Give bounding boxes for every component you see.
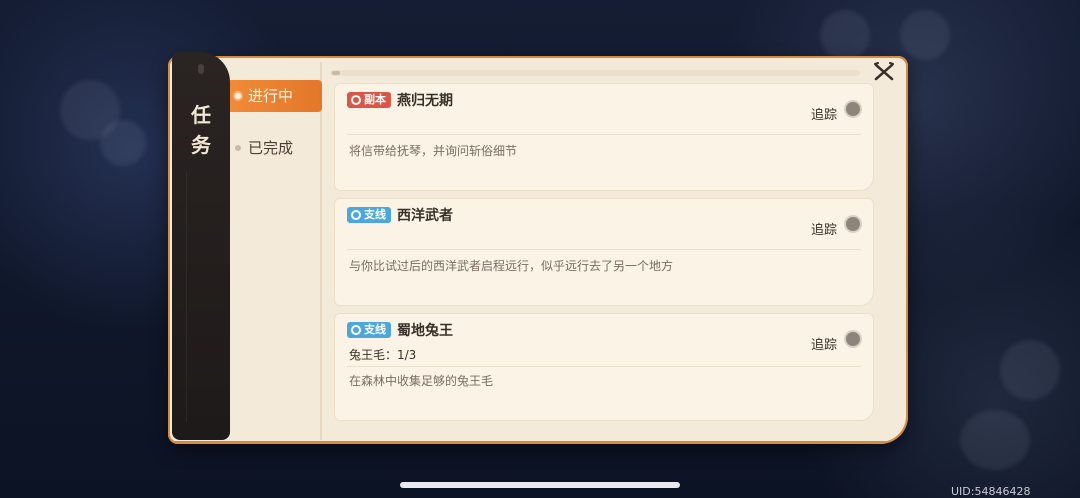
quest-description: 在森林中收集足够的兔王毛 bbox=[349, 374, 494, 388]
card-divider bbox=[347, 249, 861, 250]
target-icon bbox=[351, 95, 361, 105]
quest-description: 与你比试过后的西洋武者启程远行，似乎远行去了另一个地方 bbox=[349, 259, 674, 273]
quest-description: 将信带给抚琴，并询问斩俗细节 bbox=[349, 144, 518, 158]
quest-card[interactable]: 支线 西洋武者 追踪 与你比试过后的西洋武者启程远行，似乎远行去了另一个地方 bbox=[334, 198, 874, 306]
track-radio-icon[interactable] bbox=[846, 217, 860, 231]
tab-dot-icon bbox=[235, 93, 241, 99]
title-strip: 任 务 bbox=[172, 52, 230, 440]
quest-name: 燕归无期 bbox=[397, 93, 453, 109]
panel-border bbox=[168, 441, 908, 444]
track-label[interactable]: 追踪 bbox=[811, 104, 837, 123]
target-icon bbox=[351, 325, 361, 335]
tab-dot-icon bbox=[235, 145, 241, 151]
card-divider bbox=[347, 134, 861, 135]
status-tabs: 进行中 已完成 bbox=[230, 80, 322, 184]
quest-type-badge: 支线 bbox=[347, 322, 391, 338]
background-blob bbox=[100, 120, 146, 166]
close-button[interactable] bbox=[872, 60, 896, 84]
uid-label: UID:54846428 bbox=[951, 485, 1031, 498]
quest-card[interactable]: 副本 燕归无期 追踪 将信带给抚琴，并询问斩俗细节 bbox=[334, 83, 874, 191]
badge-label: 支线 bbox=[364, 208, 386, 221]
strip-decoration bbox=[186, 172, 216, 422]
quest-card[interactable]: 支线 蜀地兔王 兔王毛：1/3 追踪 在森林中收集足够的兔王毛 bbox=[334, 313, 874, 421]
tab-completed[interactable]: 已完成 bbox=[230, 132, 322, 164]
home-indicator[interactable] bbox=[400, 482, 680, 488]
quest-progress: 兔王毛：1/3 bbox=[349, 348, 417, 362]
background-blob bbox=[900, 10, 950, 60]
tab-label: 已完成 bbox=[248, 139, 294, 157]
scrollbar-thumb[interactable] bbox=[332, 71, 340, 75]
background-blob bbox=[960, 410, 1030, 470]
page-title: 任 务 bbox=[172, 100, 230, 160]
background-blob bbox=[820, 10, 870, 60]
badge-label: 副本 bbox=[364, 93, 386, 106]
card-divider bbox=[347, 366, 861, 367]
track-label[interactable]: 追踪 bbox=[811, 334, 837, 353]
close-icon bbox=[874, 62, 894, 81]
badge-label: 支线 bbox=[364, 323, 386, 336]
tab-label: 进行中 bbox=[248, 87, 294, 105]
quest-type-badge: 副本 bbox=[347, 92, 391, 108]
tab-in-progress[interactable]: 进行中 bbox=[230, 80, 322, 112]
track-radio-icon[interactable] bbox=[846, 332, 860, 346]
track-label[interactable]: 追踪 bbox=[811, 219, 837, 238]
strip-pin-icon bbox=[198, 64, 204, 74]
page-title-line-2: 务 bbox=[191, 133, 211, 157]
quest-name: 蜀地兔王 bbox=[397, 323, 453, 339]
quest-name: 西洋武者 bbox=[397, 208, 453, 224]
track-radio-icon[interactable] bbox=[846, 102, 860, 116]
scrollbar[interactable] bbox=[330, 70, 860, 76]
page-title-line-1: 任 bbox=[191, 103, 211, 127]
quest-type-badge: 支线 bbox=[347, 207, 391, 223]
target-icon bbox=[351, 210, 361, 220]
background-blob bbox=[1000, 340, 1060, 400]
